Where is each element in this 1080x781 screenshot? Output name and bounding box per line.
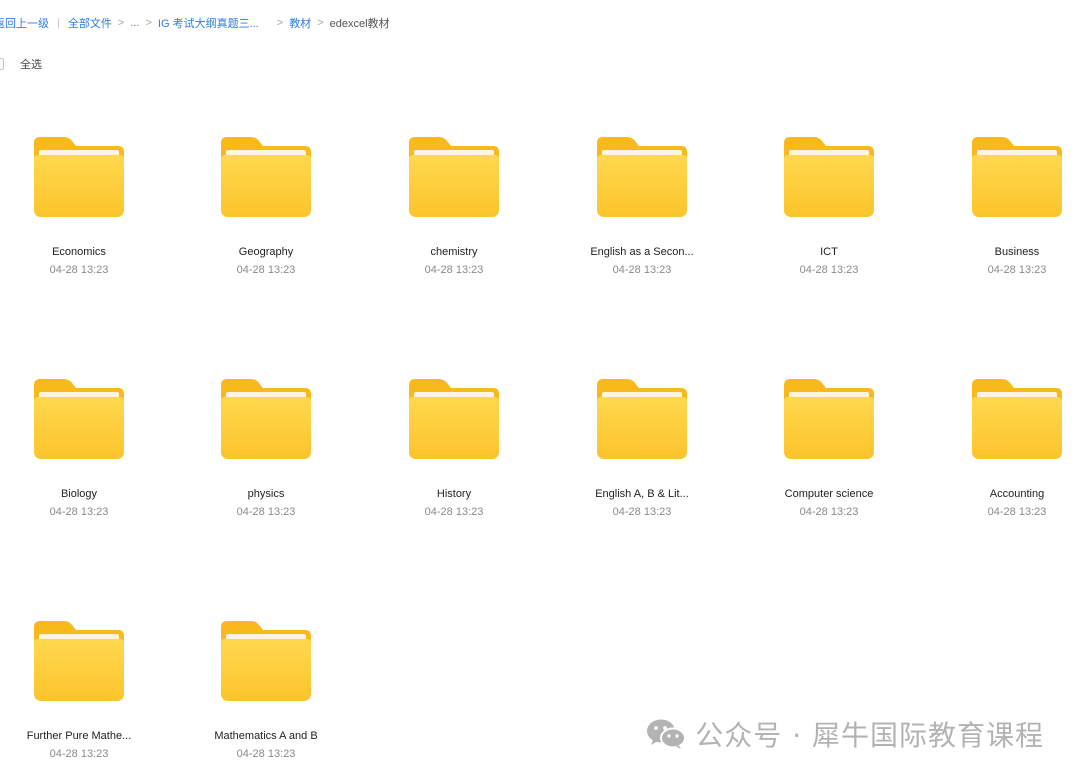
folder-name: English as a Secon... — [590, 246, 694, 258]
folder-name: Business — [994, 246, 1040, 258]
folder-date: 04-28 13:23 — [799, 506, 859, 518]
folder-name: History — [436, 488, 472, 500]
folder-icon — [409, 379, 499, 459]
folder-item[interactable]: Computer science 04-28 13:23 — [754, 379, 904, 539]
folder-date: 04-28 13:23 — [49, 748, 109, 760]
folder-icon — [34, 379, 124, 459]
watermark-text: 公众号 · 犀牛国际教育课程 — [695, 719, 1044, 752]
folder-item[interactable]: chemistry 04-28 13:23 — [379, 137, 529, 297]
folder-icon — [409, 137, 499, 217]
folder-date: 04-28 13:23 — [49, 506, 109, 518]
folder-icon — [221, 379, 311, 459]
folder-icon — [972, 137, 1062, 217]
folder-date: 04-28 13:23 — [49, 264, 109, 276]
folder-item[interactable]: Geography 04-28 13:23 — [191, 137, 341, 297]
folder-item[interactable]: ICT 04-28 13:23 — [754, 137, 904, 297]
folder-icon — [784, 379, 874, 459]
folder-date: 04-28 13:23 — [612, 506, 672, 518]
folder-item[interactable]: English as a Secon... 04-28 13:23 — [567, 137, 717, 297]
folder-name: chemistry — [430, 246, 478, 258]
folder-item[interactable]: physics 04-28 13:23 — [191, 379, 341, 539]
folder-date: 04-28 13:23 — [987, 264, 1047, 276]
folder-name: Mathematics A and B — [214, 730, 318, 742]
folder-name: Geography — [238, 246, 294, 258]
folder-name: Accounting — [989, 488, 1045, 500]
folder-date: 04-28 13:23 — [236, 264, 296, 276]
folder-item[interactable]: Economics 04-28 13:23 — [4, 137, 154, 297]
folder-name: Computer science — [784, 488, 874, 500]
folder-name: ICT — [820, 246, 838, 258]
wechat-icon — [647, 719, 687, 749]
folder-item[interactable]: Further Pure Mathe... 04-28 13:23 — [4, 621, 154, 781]
folder-name: English A, B & Lit... — [595, 488, 689, 500]
watermark: 公众号 · 犀牛国际教育课程 — [645, 714, 1044, 754]
folder-icon — [34, 621, 124, 701]
folder-date: 04-28 13:23 — [799, 264, 859, 276]
folder-grid: Economics 04-28 13:23 Geography 04-28 13:23… — [0, 0, 1080, 776]
folder-date: 04-28 13:23 — [424, 506, 484, 518]
folder-name: Economics — [52, 246, 106, 258]
folder-date: 04-28 13:23 — [424, 264, 484, 276]
folder-date: 04-28 13:23 — [987, 506, 1047, 518]
folder-date: 04-28 13:23 — [236, 506, 296, 518]
folder-icon — [221, 621, 311, 701]
folder-date: 04-28 13:23 — [612, 264, 672, 276]
folder-item[interactable]: Business 04-28 13:23 — [942, 137, 1080, 297]
folder-item[interactable]: Accounting 04-28 13:23 — [942, 379, 1080, 539]
folder-icon — [221, 137, 311, 217]
folder-name: physics — [247, 488, 285, 500]
folder-item[interactable]: English A, B & Lit... 04-28 13:23 — [567, 379, 717, 539]
folder-date: 04-28 13:23 — [236, 748, 296, 760]
folder-item[interactable]: Mathematics A and B 04-28 13:23 — [191, 621, 341, 781]
folder-icon — [34, 137, 124, 217]
folder-name: Further Pure Mathe... — [26, 730, 132, 742]
folder-name: Biology — [60, 488, 98, 500]
folder-icon — [972, 379, 1062, 459]
folder-item[interactable]: Biology 04-28 13:23 — [4, 379, 154, 539]
folder-item[interactable]: History 04-28 13:23 — [379, 379, 529, 539]
folder-icon — [597, 137, 687, 217]
folder-icon — [784, 137, 874, 217]
folder-icon — [597, 379, 687, 459]
